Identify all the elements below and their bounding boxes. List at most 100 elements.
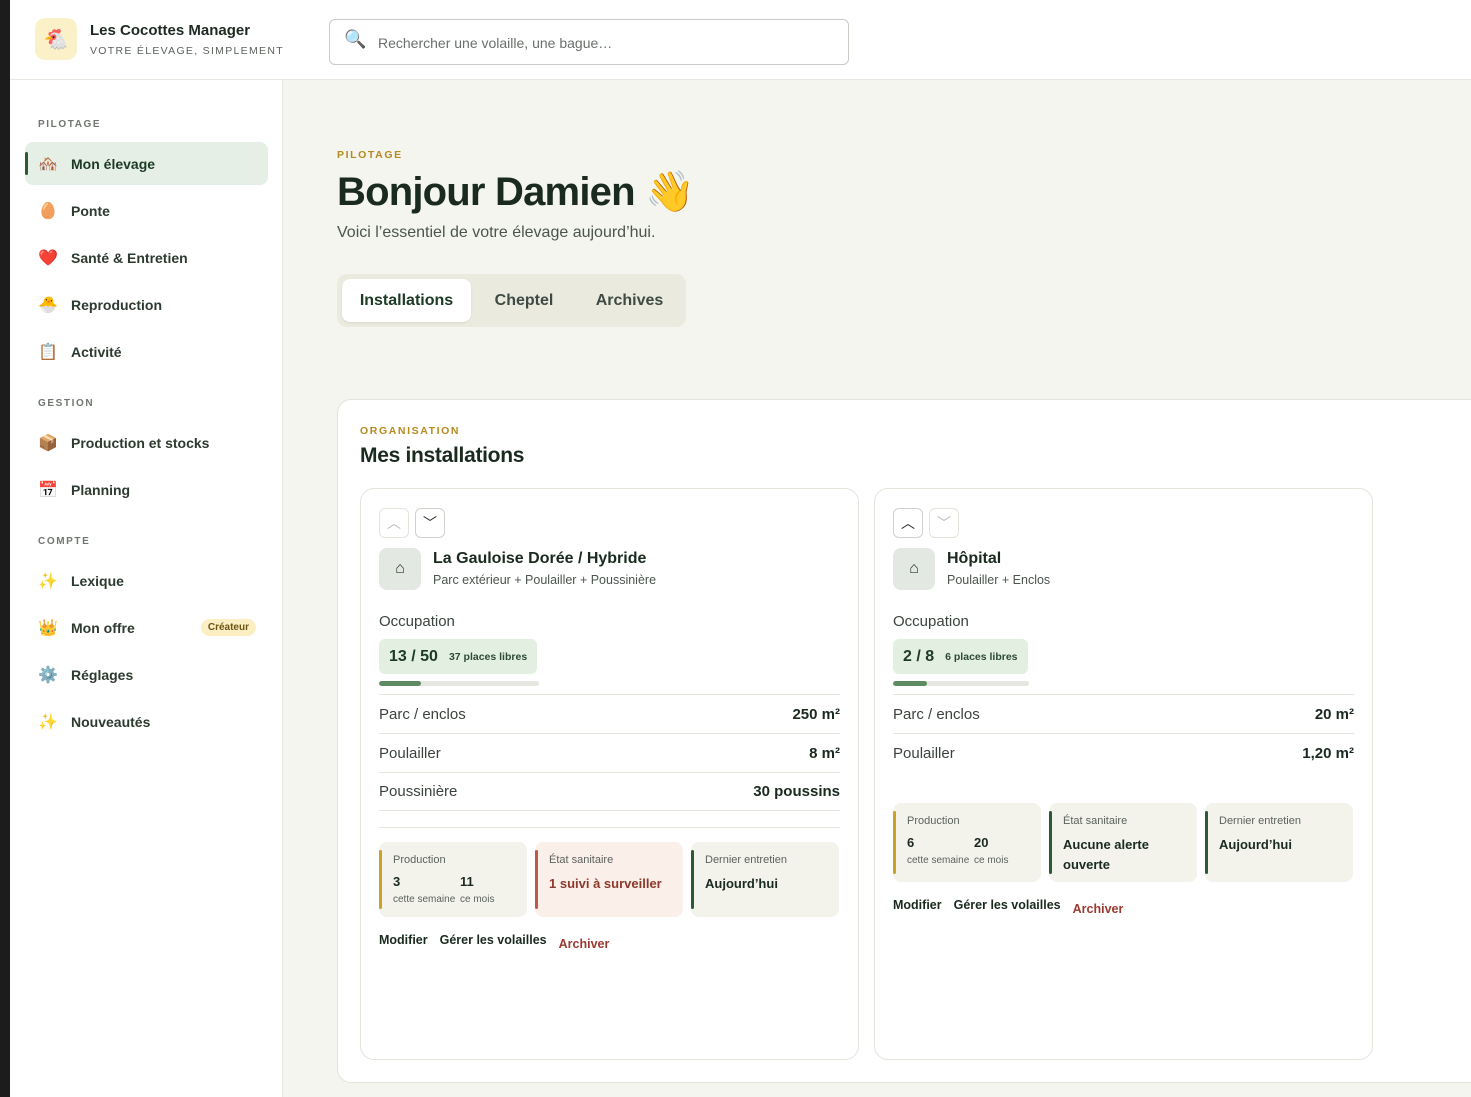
production-stat: Production 3 cette semaine 11 ce mois: [379, 842, 527, 917]
production-month: 11: [460, 874, 474, 889]
maintenance-stat: Dernier entretien Aujourd’hui: [691, 842, 839, 917]
manage-birds-button[interactable]: Gérer les volailles: [954, 898, 1061, 912]
production-month: 20: [974, 835, 989, 850]
houses-icon: 🏘️: [38, 155, 58, 173]
search-icon: 🔍: [344, 29, 367, 49]
production-stat: Production 6 cette semaine 20 ce mois: [893, 803, 1041, 882]
free-places: 37 places libres: [448, 650, 528, 663]
health-value: Aucune alerte ouverte: [1063, 837, 1149, 872]
production-week: 3: [393, 874, 401, 889]
spec-label: Parc / enclos: [893, 705, 980, 723]
spec-value: 8 m²: [809, 744, 840, 762]
stat-label: État sanitaire: [1063, 815, 1128, 827]
house-icon: ⌂: [379, 548, 421, 590]
archive-button[interactable]: Archiver: [1073, 902, 1124, 916]
health-value: 1 suivi à surveiller: [549, 876, 662, 891]
gear-icon: ⚙️: [38, 666, 58, 684]
edit-button[interactable]: Modifier: [379, 933, 428, 947]
sidebar-item-label: Production et stocks: [71, 434, 210, 451]
sidebar-item-nouveautes[interactable]: ✨ Nouveautés: [25, 700, 268, 743]
search-input[interactable]: [378, 32, 828, 54]
installation-name: La Gauloise Dorée / Hybride: [433, 550, 647, 567]
sidebar-item-ponte[interactable]: 🥚 Ponte: [25, 189, 268, 232]
stat-label: Dernier entretien: [705, 854, 787, 866]
sidebar-section-gestion: GESTION: [38, 398, 95, 409]
maintenance-value: Aujourd’hui: [705, 876, 778, 891]
installation-name: Hôpital: [947, 550, 1002, 567]
occupation-label: Occupation: [379, 613, 455, 630]
stat-label: Production: [907, 815, 960, 827]
occupation-bar-fill: [379, 681, 421, 686]
occupation-pill: 13 / 50 37 places libres: [379, 639, 538, 674]
edit-button[interactable]: Modifier: [893, 898, 942, 912]
page-title: Bonjour Damien 👋: [337, 170, 695, 214]
production-month-unit: ce mois: [974, 855, 1009, 866]
search-box: 🔍: [329, 19, 849, 65]
installation-description: Poulailler + Enclos: [947, 573, 1051, 587]
sidebar-item-label: Lexique: [71, 572, 124, 589]
chevron-down-icon: ﹀: [423, 515, 437, 531]
sidebar-item-label: Mon élevage: [71, 155, 156, 172]
spec-value: 20 m²: [1314, 705, 1354, 723]
spec-value: 1,20 m²: [1302, 744, 1354, 762]
occupation-bar-fill: [893, 681, 927, 686]
crown-icon: 👑: [38, 619, 58, 637]
sidebar-item-reproduction[interactable]: 🐣 Reproduction: [25, 283, 268, 326]
spec-row: Poulailler 1,20 m²: [893, 733, 1354, 772]
sidebar-item-label: Mon offre: [71, 619, 135, 636]
sidebar-item-label: Ponte: [71, 202, 110, 219]
brand-name: Les Cocottes Manager: [90, 22, 251, 39]
tab-cheptel[interactable]: Cheptel: [478, 279, 570, 322]
spec-label: Poulailler: [893, 744, 955, 762]
egg-icon: 🥚: [38, 202, 58, 220]
sparkles-icon: ✨: [38, 713, 58, 731]
sidebar-item-mon-elevage[interactable]: 🏘️ Mon élevage: [25, 142, 268, 185]
tab-archives[interactable]: Archives: [577, 279, 682, 322]
sidebar-item-planning[interactable]: 📅 Planning: [25, 468, 268, 511]
maintenance-stat: Dernier entretien Aujourd’hui: [1205, 803, 1353, 882]
chick-icon: 🐣: [38, 296, 58, 314]
occupation-value: 2 / 8: [903, 647, 935, 665]
sidebar-item-label: Nouveautés: [71, 713, 151, 730]
stat-label: Production: [393, 854, 446, 866]
spec-value: 30 poussins: [753, 783, 840, 800]
tab-installations[interactable]: Installations: [342, 279, 471, 322]
occupation-pill: 2 / 8 6 places libres: [893, 639, 1028, 674]
occupation-value: 13 / 50: [389, 647, 438, 665]
sidebar-item-mon-offre[interactable]: 👑 Mon offre Créateur: [25, 606, 268, 649]
sidebar-item-label: Reproduction: [71, 296, 162, 313]
chevron-down-icon: ﹀: [937, 515, 951, 531]
sidebar-item-sante[interactable]: ❤️ Santé & Entretien: [25, 236, 268, 279]
panel-eyebrow: ORGANISATION: [360, 425, 461, 437]
chicken-icon[interactable]: 🐔: [35, 18, 77, 60]
sidebar-item-production-stocks[interactable]: 📦 Production et stocks: [25, 421, 268, 464]
sidebar-item-lexique[interactable]: ✨ Lexique: [25, 559, 268, 602]
archive-button[interactable]: Archiver: [559, 937, 610, 951]
spec-row: Poulailler 8 m²: [379, 733, 840, 772]
house-icon: ⌂: [893, 548, 935, 590]
top-header: 🐔 Les Cocottes Manager VOTRE ÉLEVAGE, SI…: [10, 0, 1471, 80]
installation-card: ︿ ﹀ ⌂ Hôpital Poulailler + Enclos Occupa…: [874, 488, 1373, 1060]
sidebar-section-pilotage: PILOTAGE: [38, 119, 102, 130]
occupation-bar: [379, 681, 539, 686]
spec-row: Parc / enclos 20 m²: [893, 694, 1354, 733]
spec-value: 250 m²: [792, 705, 840, 723]
plan-badge: Créateur: [200, 619, 256, 636]
sidebar-item-activite[interactable]: 📋 Activité: [25, 330, 268, 373]
move-up-button[interactable]: ︿: [893, 508, 923, 538]
page-eyebrow: PILOTAGE: [337, 149, 403, 161]
move-down-button[interactable]: ﹀: [415, 508, 445, 538]
sidebar-section-compte: COMPTE: [38, 536, 91, 547]
manage-birds-button[interactable]: Gérer les volailles: [440, 933, 547, 947]
stat-label: État sanitaire: [549, 854, 614, 866]
sidebar-item-label: Activité: [71, 343, 122, 360]
panel-title: Mes installations: [360, 444, 525, 467]
card-actions: Modifier Gérer les volailles Archiver: [379, 933, 621, 951]
move-down-button[interactable]: ﹀: [929, 508, 959, 538]
sidebar-item-reglages[interactable]: ⚙️ Réglages: [25, 653, 268, 696]
move-up-button[interactable]: ︿: [379, 508, 409, 538]
health-stat: État sanitaire 1 suivi à surveiller: [535, 842, 683, 917]
calendar-icon: 📅: [38, 481, 58, 499]
chevron-up-icon: ︿: [387, 515, 401, 531]
installation-description: Parc extérieur + Poulailler + Poussinièr…: [433, 573, 657, 587]
